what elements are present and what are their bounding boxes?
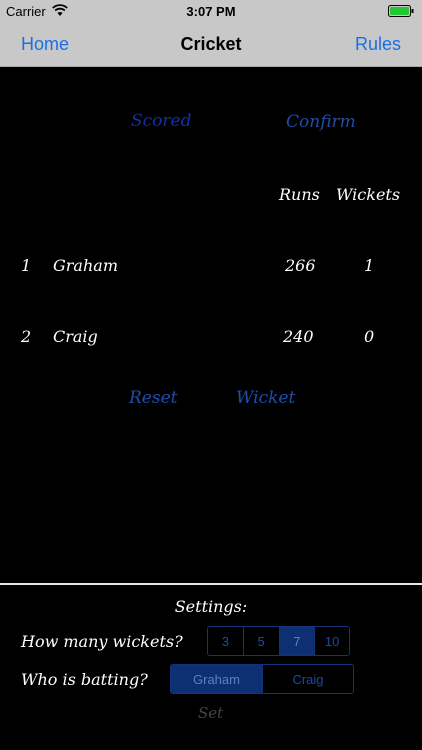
scored-button[interactable]: Scored	[131, 111, 191, 131]
row-1-rank: 1	[21, 256, 32, 275]
row-2-rank: 2	[21, 327, 32, 346]
batting-segmented-control: Graham Craig	[170, 664, 354, 694]
batting-option-craig[interactable]: Craig	[263, 665, 353, 693]
rules-button[interactable]: Rules	[355, 34, 401, 55]
wickets-setting-label: How many wickets?	[21, 632, 183, 651]
reset-button[interactable]: Reset	[129, 388, 177, 408]
runs-header: Runs	[279, 185, 320, 204]
navigation-bar: Home Cricket Rules	[0, 22, 422, 67]
row-2-name: Craig	[53, 327, 98, 346]
wicket-button[interactable]: Wicket	[236, 388, 295, 408]
row-1-name: Graham	[53, 256, 118, 275]
settings-title: Settings:	[174, 597, 248, 616]
row-1-runs: 266	[285, 256, 316, 275]
batting-setting-label: Who is batting?	[21, 670, 148, 689]
wickets-option-5[interactable]: 5	[244, 627, 280, 655]
wickets-segmented-control: 3 5 7 10	[207, 626, 350, 656]
batting-option-graham[interactable]: Graham	[171, 665, 263, 693]
settings-divider	[0, 583, 422, 585]
row-2-runs: 240	[283, 327, 314, 346]
row-2-wickets: 0	[364, 327, 375, 346]
status-time: 3:07 PM	[186, 4, 236, 19]
wickets-option-10[interactable]: 10	[315, 627, 349, 655]
wickets-option-7[interactable]: 7	[279, 627, 316, 655]
confirm-button[interactable]: Confirm	[286, 112, 356, 132]
row-1-wickets: 1	[364, 256, 375, 275]
wickets-header: Wickets	[336, 185, 401, 204]
battery-icon	[388, 5, 414, 17]
set-button[interactable]: Set	[198, 704, 223, 722]
wickets-option-3[interactable]: 3	[208, 627, 244, 655]
status-bar: Carrier 3:07 PM	[0, 0, 422, 22]
